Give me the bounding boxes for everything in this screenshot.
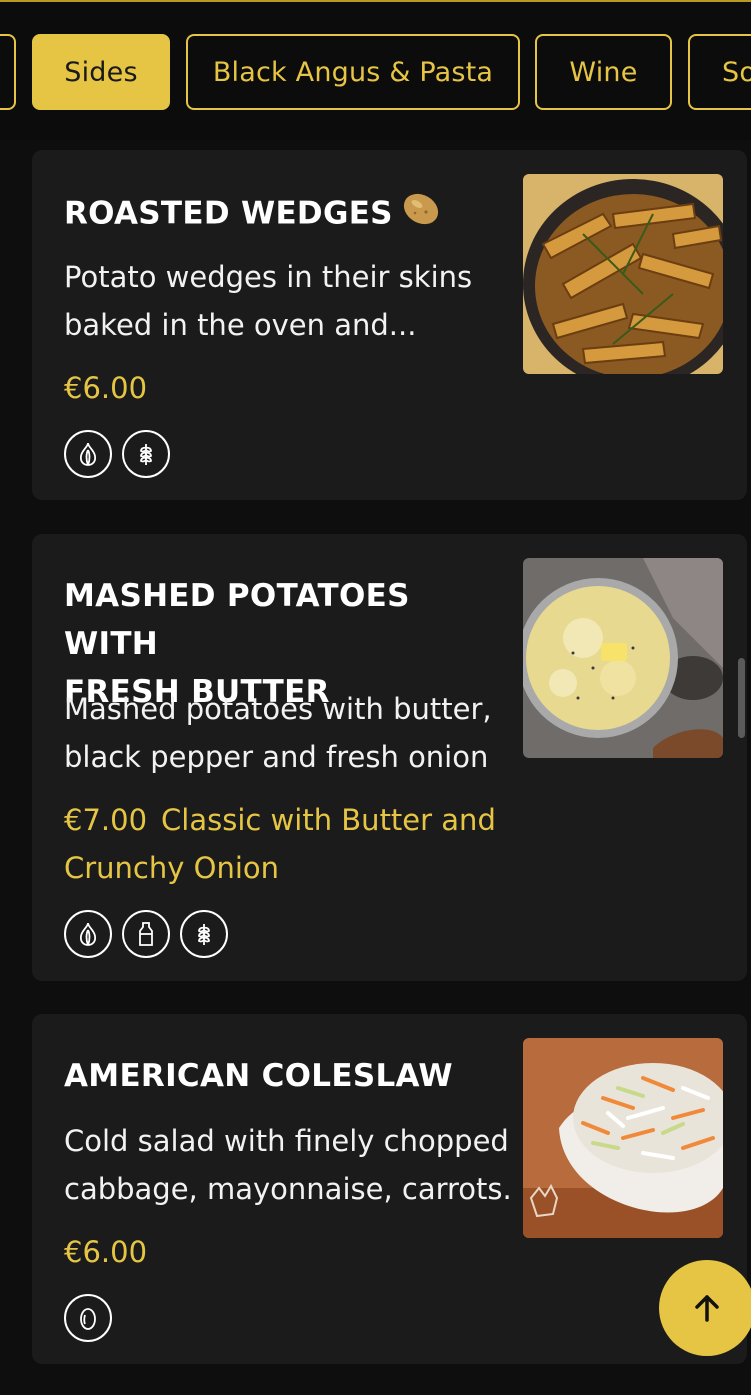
tab-wine[interactable]: Wine: [535, 34, 672, 110]
item-title: AMERICAN COLESLAW: [64, 1058, 453, 1094]
tab-black-angus-pasta[interactable]: Black Angus & Pasta: [186, 34, 520, 110]
allergen-list: [64, 1294, 112, 1342]
tab-previous[interactable]: [0, 34, 16, 110]
category-tabs: Sides Black Angus & Pasta Wine So: [0, 2, 751, 140]
potato-icon: [401, 188, 441, 242]
tab-next[interactable]: So: [688, 34, 751, 110]
item-title: ROASTED WEDGES: [64, 188, 504, 242]
scroll-to-top-button[interactable]: [659, 1260, 751, 1356]
scrollbar[interactable]: [738, 658, 745, 738]
tab-sides[interactable]: Sides: [32, 34, 170, 110]
egg-icon: [64, 1294, 112, 1342]
menu-item-card[interactable]: ROASTED WEDGES Potato wedges in their sk…: [32, 150, 747, 500]
mashed-potatoes-photo: [523, 558, 723, 758]
menu-item-card[interactable]: MASHED POTATOES WITH FRESH BUTTER Mashed…: [32, 534, 747, 981]
allergen-list: [64, 910, 228, 958]
item-price: €7.00 Classic with Butter and Crunchy Oni…: [64, 796, 524, 892]
coleslaw-photo: [523, 1038, 723, 1238]
garlic-icon: [64, 430, 112, 478]
menu-item-card[interactable]: AMERICAN COLESLAW Cold salad with finely…: [32, 1014, 747, 1364]
item-description: Mashed potatoes with butter, black peppe…: [64, 692, 492, 774]
allergen-list: [64, 430, 170, 478]
gluten-icon: [122, 430, 170, 478]
roasted-wedges-photo: [523, 174, 723, 374]
item-variant: Classic with Butter and: [161, 803, 496, 837]
item-description: Cold salad with finely chopped cabbage, …: [64, 1124, 512, 1206]
garlic-icon: [64, 910, 112, 958]
item-price: €6.00: [64, 371, 148, 405]
item-description: Potato wedges in their skins baked in th…: [64, 260, 473, 342]
item-price: €6.00: [64, 1235, 148, 1269]
gluten-icon: [180, 910, 228, 958]
item-variant-continued: Crunchy Onion: [64, 851, 280, 885]
arrow-up-icon: [695, 1295, 719, 1322]
milk-icon: [122, 910, 170, 958]
